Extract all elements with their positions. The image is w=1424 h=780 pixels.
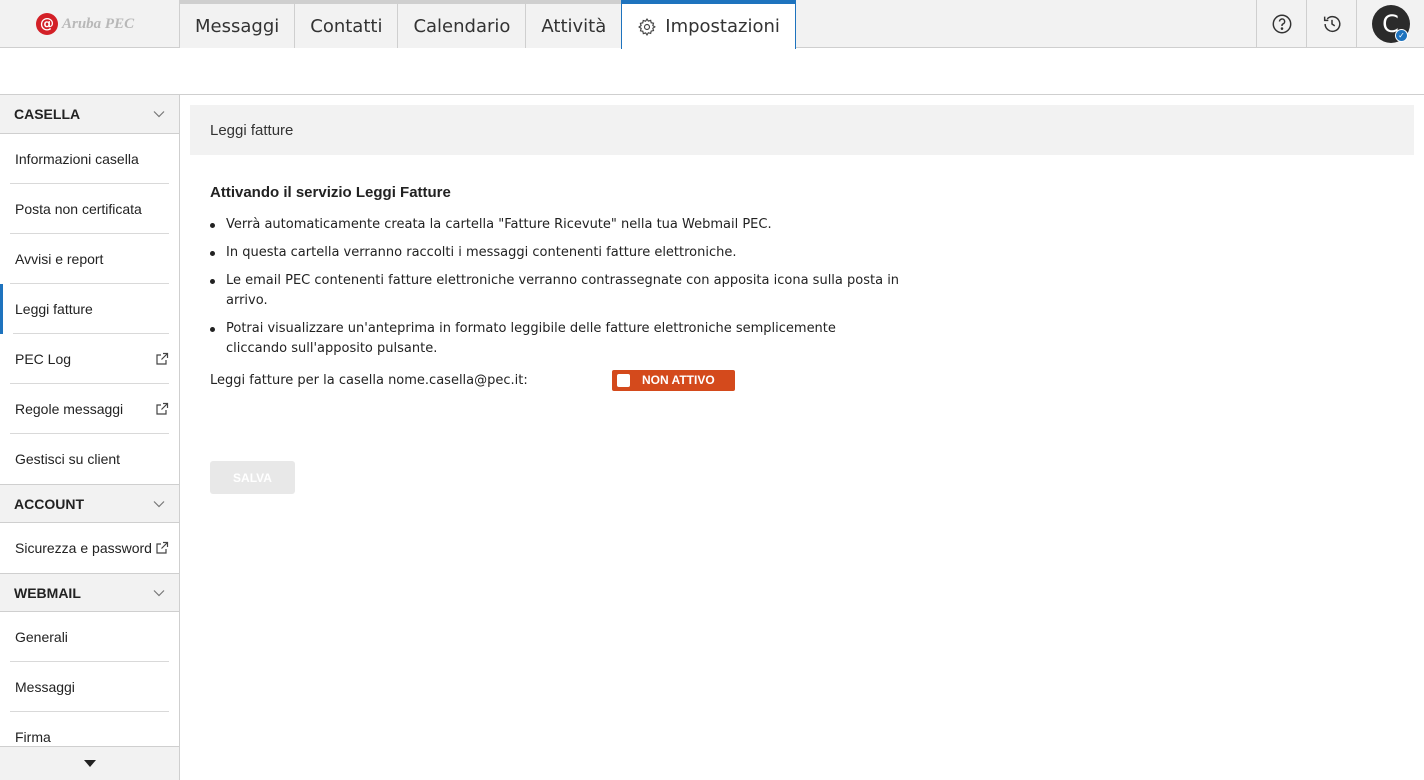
verified-badge-icon: ✓ xyxy=(1395,29,1408,42)
save-button[interactable]: SALVA xyxy=(210,461,295,494)
section-account[interactable]: ACCOUNT xyxy=(0,484,179,523)
sidebar-item-label: Sicurezza e password xyxy=(15,540,152,556)
sidebar-item-label: Leggi fatture xyxy=(15,301,93,317)
section-title: WEBMAIL xyxy=(14,584,81,601)
panel-content: Attivando il servizio Leggi Fatture Verr… xyxy=(210,184,930,367)
sidebar-item-informazioni-casella[interactable]: Informazioni casella xyxy=(0,134,179,184)
tab-label: Messaggi xyxy=(195,15,280,37)
tab-impostazioni[interactable]: Impostazioni xyxy=(621,0,796,49)
leggi-fatture-toggle-row: Leggi fatture per la casella nome.casell… xyxy=(210,369,740,391)
sidebar-item-label: Avvisi e report xyxy=(15,251,104,267)
list-item: Verrà automaticamente creata la cartella… xyxy=(210,215,930,235)
list-item: In questa cartella verranno raccolti i m… xyxy=(210,243,930,263)
sidebar-item-label: Gestisci su client xyxy=(15,451,121,467)
toggle-label: Leggi fatture per la casella nome.casell… xyxy=(210,372,528,388)
logo-text: Aruba PEC xyxy=(62,15,135,32)
tab-label: Contatti xyxy=(310,15,383,37)
sidebar-item-pec-log[interactable]: PEC Log xyxy=(0,334,179,384)
external-link-icon xyxy=(156,541,169,554)
section-title: ACCOUNT xyxy=(14,495,84,512)
tab-calendario[interactable]: Calendario xyxy=(397,0,526,48)
tab-label: Calendario xyxy=(413,15,511,37)
sidebar-item-label: Posta non certificata xyxy=(15,201,142,217)
panel-heading: Attivando il servizio Leggi Fatture xyxy=(210,184,451,201)
list-item: Le email PEC contenenti fatture elettron… xyxy=(210,271,930,311)
external-link-icon xyxy=(156,352,169,365)
tab-label: Attività xyxy=(541,15,607,37)
tab-contatti[interactable]: Contatti xyxy=(294,0,398,48)
history-button[interactable] xyxy=(1306,0,1356,48)
leggi-fatture-toggle[interactable]: NON ATTIVO xyxy=(612,369,735,391)
sidebar-item-label: Messaggi xyxy=(15,679,75,695)
history-icon xyxy=(1323,16,1340,33)
top-bar: @ Aruba PEC Messaggi Contatti Calendario… xyxy=(0,0,1424,49)
gear-icon xyxy=(638,17,657,36)
chevron-down-icon xyxy=(153,500,165,507)
sidebar-item-regole-messaggi[interactable]: Regole messaggi xyxy=(0,384,179,434)
header-divider xyxy=(0,94,1424,95)
top-icons: C ✓ xyxy=(1256,0,1424,48)
caret-down-icon xyxy=(83,760,96,767)
panel-header: Leggi fatture xyxy=(190,105,1414,155)
sidebar-item-label: Firma xyxy=(15,729,51,745)
sidebar-item-label: Informazioni casella xyxy=(15,151,139,167)
sidebar-item-posta-non-certificata[interactable]: Posta non certificata xyxy=(0,184,179,234)
help-icon xyxy=(1272,14,1291,34)
external-link-icon xyxy=(156,402,169,415)
section-casella[interactable]: CASELLA xyxy=(0,95,179,134)
sidebar-item-label: Regole messaggi xyxy=(15,401,124,417)
list-item: Potrai visualizzare un'anteprima in form… xyxy=(210,319,870,359)
section-webmail[interactable]: WEBMAIL xyxy=(0,573,179,612)
sidebar-item-messaggi[interactable]: Messaggi xyxy=(0,662,179,712)
section-title: CASELLA xyxy=(14,106,81,122)
sidebar-item-sicurezza-e-password[interactable]: Sicurezza e password xyxy=(0,523,179,573)
tab-label: Impostazioni xyxy=(665,16,780,37)
toggle-state: NON ATTIVO xyxy=(642,373,715,387)
sidebar-item-avvisi-e-report[interactable]: Avvisi e report xyxy=(0,234,179,284)
chevron-down-icon xyxy=(153,589,165,596)
chevron-down-icon xyxy=(153,111,165,118)
sidebar-item-generali[interactable]: Generali xyxy=(0,612,179,662)
toggle-knob xyxy=(617,373,630,387)
panel-title: Leggi fatture xyxy=(210,121,294,139)
aruba-pec-logo[interactable]: @ Aruba PEC xyxy=(36,12,134,36)
sidebar-item-leggi-fatture[interactable]: Leggi fatture xyxy=(0,284,179,334)
sidebar-item-label: PEC Log xyxy=(15,351,72,367)
feature-list: Verrà automaticamente creata la cartella… xyxy=(210,215,930,359)
tab-messaggi[interactable]: Messaggi xyxy=(179,0,295,48)
help-button[interactable] xyxy=(1256,0,1306,48)
logo-mark: @ xyxy=(36,13,58,35)
sidebar-scroll-down[interactable] xyxy=(0,746,179,780)
tab-attivita[interactable]: Attività xyxy=(525,0,622,48)
sidebar-item-gestisci-su-client[interactable]: Gestisci su client xyxy=(0,434,179,484)
user-menu[interactable]: C ✓ xyxy=(1356,0,1424,48)
settings-sidebar: CASELLA Informazioni casella Posta non c… xyxy=(0,95,180,780)
sidebar-item-label: Generali xyxy=(15,629,68,645)
main-tabs: Messaggi Contatti Calendario Attività Im… xyxy=(179,0,796,49)
